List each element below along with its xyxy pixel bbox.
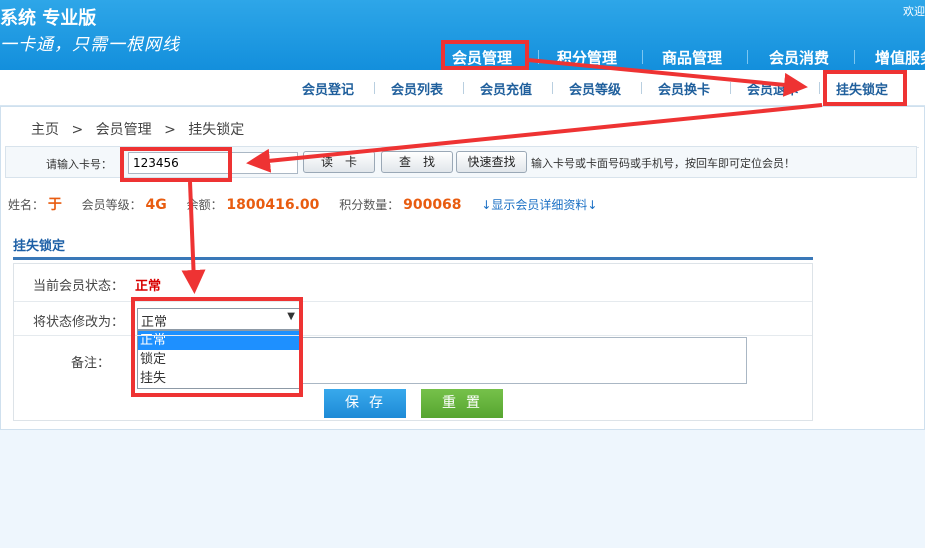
system-title: 系统 专业版 (0, 8, 97, 29)
reset-button[interactable]: 重置 (421, 389, 503, 418)
points-label: 积分数量： (339, 198, 400, 212)
status-option-normal[interactable]: 正常 (138, 331, 299, 350)
subnav-member-recharge[interactable]: 会员充值 (480, 79, 532, 98)
subnav-divider (641, 82, 642, 94)
subnav-divider (730, 82, 731, 94)
subnav-member-level[interactable]: 会员等级 (569, 79, 621, 98)
nav-divider (642, 50, 643, 64)
current-status-label: 当前会员状态： (32, 279, 124, 294)
subnav-card-return[interactable]: 会员退卡 (747, 79, 799, 98)
breadcrumb-current: 挂失锁定 (188, 122, 245, 138)
section-title: 挂失锁定 (13, 239, 66, 254)
nav-divider (854, 50, 855, 64)
app-header: 系统 专业版 一卡通，只需一根网线 欢迎 会员管理 积分管理 商品管理 会员消费… (0, 0, 925, 70)
nav-value-added-services[interactable]: 增值服务 (875, 47, 925, 68)
breadcrumb-member-management[interactable]: 会员管理 (96, 122, 152, 138)
subnav-member-list[interactable]: 会员列表 (391, 79, 443, 98)
status-dropdown-list: 正常 锁定 挂失 (137, 330, 300, 389)
nav-points-management[interactable]: 积分管理 (557, 47, 617, 68)
read-card-button[interactable]: 读 卡 (303, 151, 375, 173)
card-search-bar: 请输入卡号： 读 卡 查 找 快速查找 输入卡号或卡面号码或手机号，按回车即可定… (5, 146, 917, 178)
breadcrumb-home[interactable]: 主页 (31, 122, 59, 138)
status-option-lost[interactable]: 挂失 (138, 369, 299, 388)
subnav-loss-lock[interactable]: 挂失锁定 (836, 79, 888, 98)
nav-member-management[interactable]: 会员管理 (452, 47, 512, 68)
subnav-divider (819, 82, 820, 94)
remark-textarea[interactable] (301, 337, 747, 384)
level-label: 会员等级： (81, 198, 142, 212)
breadcrumb-separator: > (71, 122, 84, 138)
card-number-label: 请输入卡号： (46, 158, 112, 171)
subnav-divider (552, 82, 553, 94)
member-level: 4G (145, 197, 167, 213)
change-status-label: 将状态修改为： (32, 315, 124, 330)
loss-lock-form: 当前会员状态： 正常 将状态修改为： 正常 ▼ 正常 锁定 挂失 备注： 保存 … (13, 263, 813, 421)
status-select[interactable]: 正常 ▼ (137, 308, 300, 330)
row-divider (14, 301, 812, 302)
quick-find-button[interactable]: 快速查找 (456, 151, 527, 173)
dropdown-arrow-icon: ▼ (287, 311, 295, 322)
subnav-card-replace[interactable]: 会员换卡 (658, 79, 710, 98)
member-balance: 1800416.00 (226, 197, 320, 213)
member-points: 900068 (403, 197, 462, 213)
row-divider (14, 335, 812, 336)
member-name: 于 (47, 197, 62, 213)
status-select-value: 正常 (141, 315, 168, 330)
card-number-input[interactable] (128, 152, 298, 174)
status-option-locked[interactable]: 锁定 (138, 350, 299, 369)
subnav-divider (374, 82, 375, 94)
find-button[interactable]: 查 找 (381, 151, 453, 173)
nav-divider (747, 50, 748, 64)
show-details-link[interactable]: ↓显示会员详细资料↓ (481, 198, 597, 212)
current-status-value: 正常 (135, 279, 162, 294)
breadcrumb: 主页 > 会员管理 > 挂失锁定 (31, 119, 252, 139)
nav-divider (538, 50, 539, 64)
name-label: 姓名： (8, 198, 45, 212)
system-slogan: 一卡通，只需一根网线 (0, 35, 180, 55)
subnav-member-register[interactable]: 会员登记 (302, 79, 354, 98)
section-underline (13, 257, 813, 260)
nav-member-consumption[interactable]: 会员消费 (769, 47, 829, 68)
search-hint: 输入卡号或卡面号码或手机号，按回车即可定位会员！ (531, 157, 795, 170)
member-summary: 姓名： 于 会员等级： 4G 余额： 1800416.00 积分数量： 9000… (8, 194, 598, 214)
subnav-divider (463, 82, 464, 94)
save-button[interactable]: 保存 (324, 389, 406, 418)
sub-nav: 会员登记 会员列表 会员充值 会员等级 会员换卡 会员退卡 挂失锁定 (0, 70, 925, 106)
welcome-text: 欢迎 (903, 5, 925, 18)
remark-label: 备注： (70, 356, 110, 371)
nav-product-management[interactable]: 商品管理 (662, 47, 722, 68)
balance-label: 余额： (186, 198, 223, 212)
breadcrumb-separator: > (164, 122, 176, 138)
